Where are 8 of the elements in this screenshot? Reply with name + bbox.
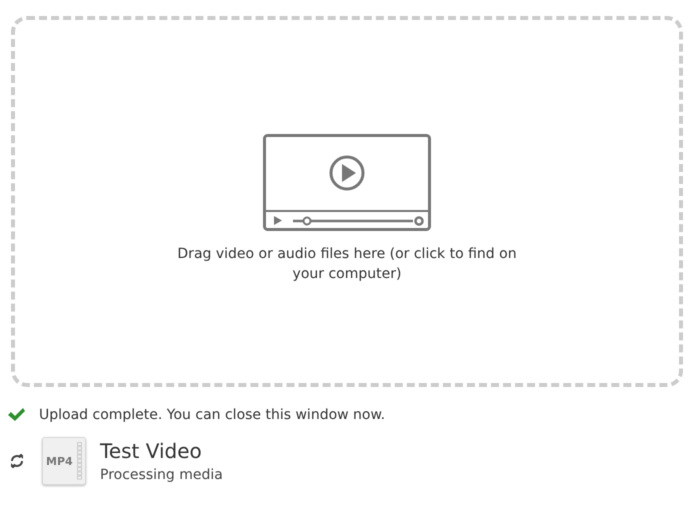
upload-dropzone[interactable]: Drag video or audio files here (or click to find on your computer) — [11, 16, 683, 387]
film-strip-icon — [77, 442, 82, 480]
video-player-icon — [263, 134, 431, 230]
file-name: Test Video — [100, 439, 203, 463]
file-status: Processing media — [100, 467, 223, 483]
file-format: MP4 — [46, 454, 73, 468]
dropzone-prompt: Drag video or audio files here (or click to find on your computer) — [177, 244, 517, 284]
status-message: Upload complete. You can close this window now. — [39, 407, 386, 423]
